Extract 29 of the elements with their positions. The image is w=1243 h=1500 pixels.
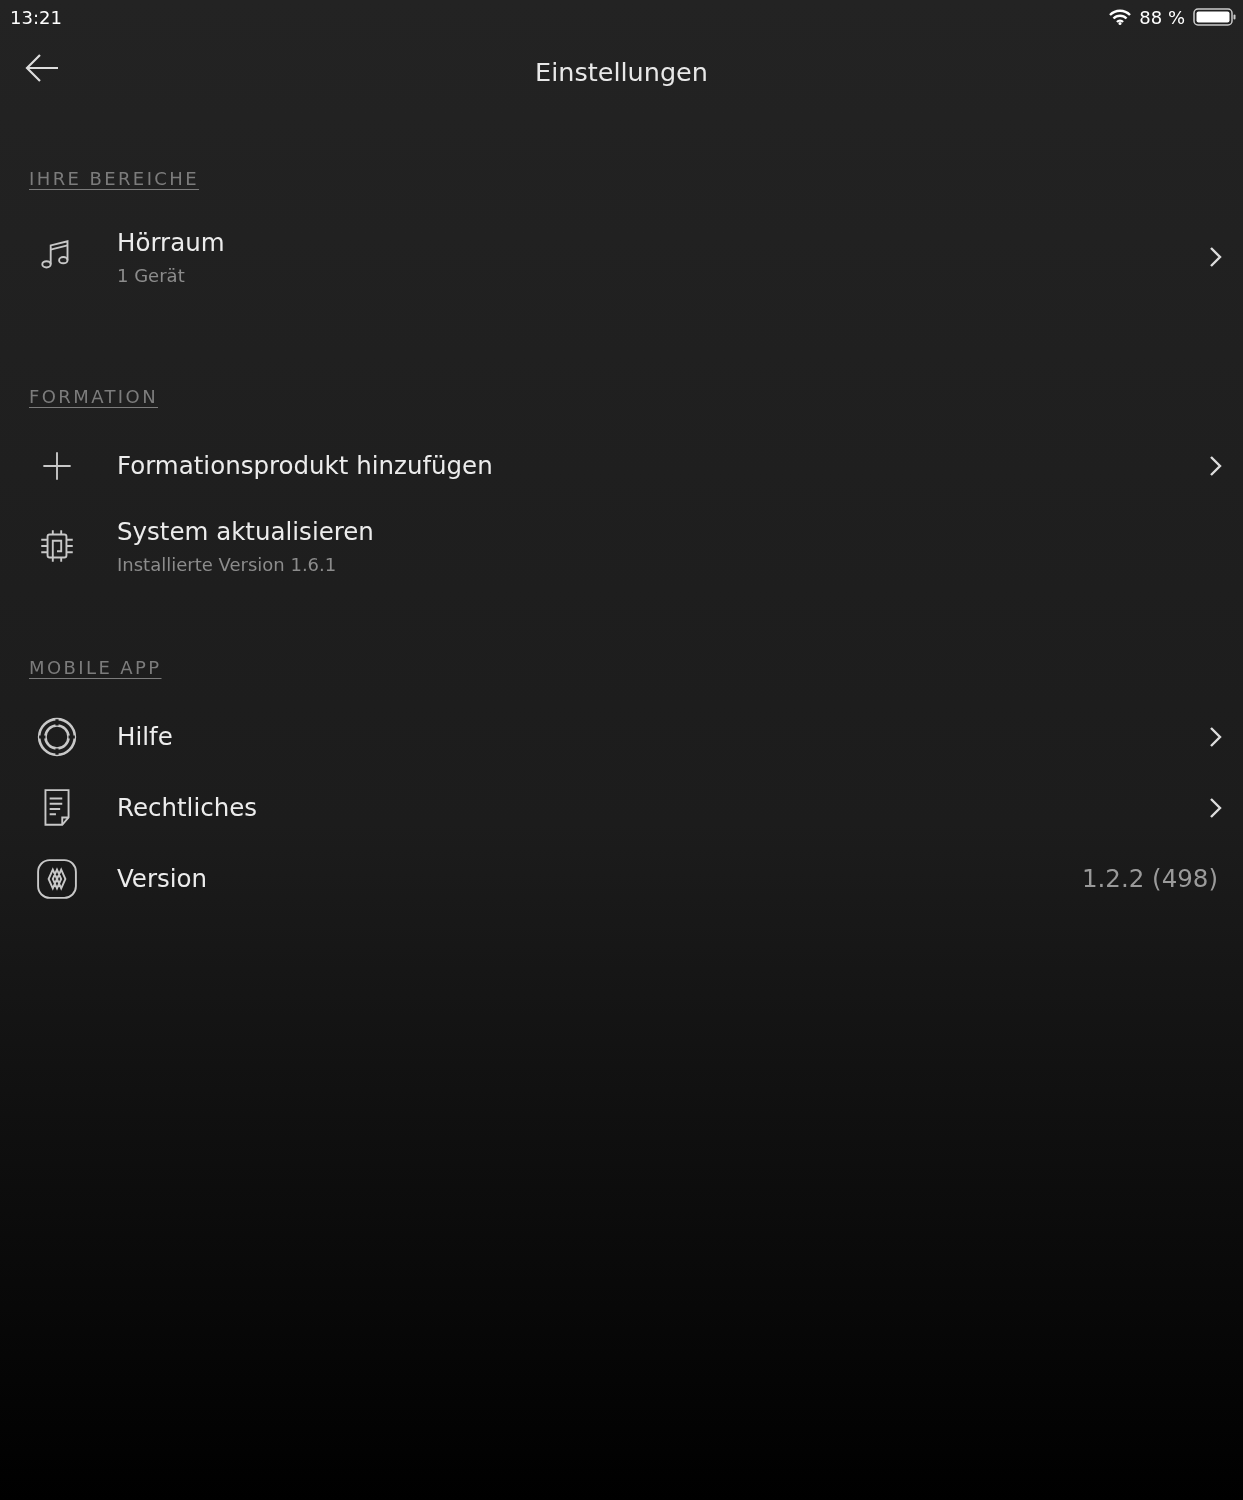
row-subtitle: 1 Gerät bbox=[117, 265, 186, 286]
chevron-right-icon[interactable] bbox=[1207, 453, 1223, 478]
battery-percent: 88 % bbox=[1139, 6, 1185, 28]
settings-row[interactable]: Rechtliches bbox=[0, 772, 1243, 843]
row-title: Formationsprodukt hinzufügen bbox=[117, 451, 494, 480]
settings-row[interactable]: Hilfe bbox=[0, 701, 1243, 772]
version-value: 1.2.2 (498) bbox=[1082, 864, 1218, 893]
chevron-right-icon[interactable] bbox=[1207, 795, 1223, 820]
section-heading: FORMATION bbox=[29, 385, 158, 409]
settings-row[interactable]: System aktualisieren Installierte Version 1.6.1 bbox=[0, 501, 1243, 591]
section-heading: MOBILE APP bbox=[29, 656, 162, 680]
row-subtitle: Installierte Version 1.6.1 bbox=[117, 554, 338, 575]
section-heading: IHRE BEREICHE bbox=[29, 167, 200, 191]
page-title: Einstellungen bbox=[535, 56, 708, 89]
row-title: Rechtliches bbox=[117, 793, 259, 822]
settings-row[interactable]: Hörraum 1 Gerät bbox=[0, 212, 1243, 302]
chevron-right-icon[interactable] bbox=[1207, 724, 1223, 749]
lifebuoy-icon bbox=[36, 715, 78, 758]
row-title: Hörraum bbox=[117, 228, 226, 257]
logo-icon bbox=[36, 857, 78, 900]
row-title: Hilfe bbox=[117, 722, 174, 751]
status-time: 13:21 bbox=[10, 6, 62, 28]
row-title: System aktualisieren bbox=[117, 517, 375, 546]
chevron-right-icon[interactable] bbox=[1207, 245, 1223, 269]
wifi-icon bbox=[1109, 9, 1132, 25]
settings-row[interactable]: Formationsprodukt hinzufügen bbox=[0, 430, 1243, 501]
settings-row[interactable]: Version 1.2.2 (498) bbox=[0, 843, 1243, 914]
row-title: Version bbox=[117, 864, 209, 893]
battery-icon bbox=[1193, 7, 1237, 27]
